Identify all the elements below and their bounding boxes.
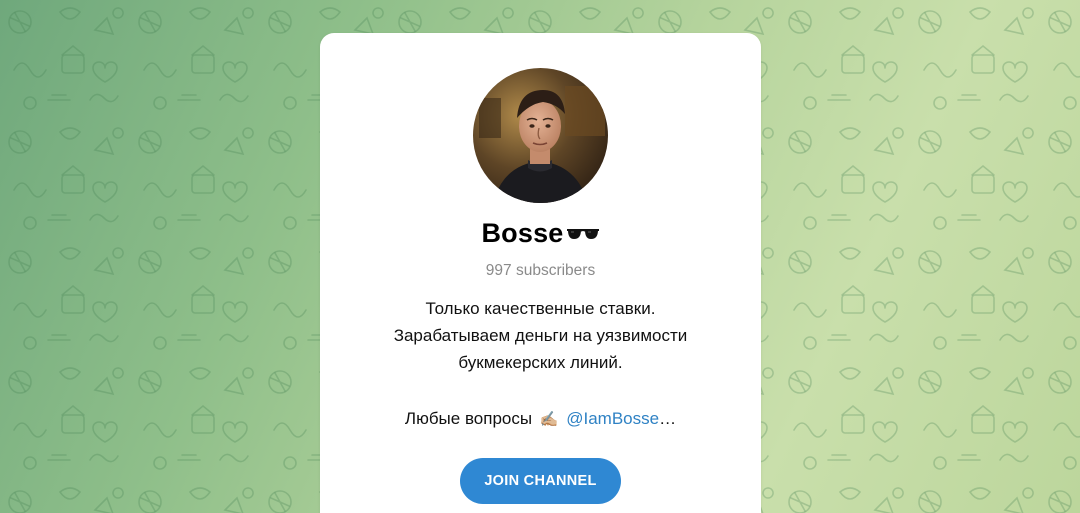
- channel-title: Bosse: [320, 218, 761, 250]
- description-line: Только качественные ставки.: [425, 299, 656, 318]
- description-line: Зарабатываем деньги на уязвимости: [393, 326, 688, 345]
- channel-description: Только качественные ставки. Зарабатываем…: [340, 295, 741, 433]
- description-spacer: [340, 376, 741, 405]
- questions-prefix: Любые вопросы: [404, 409, 533, 428]
- channel-name: Bosse: [481, 218, 564, 248]
- writing-hand-icon: ✍🏼: [539, 411, 559, 428]
- join-channel-button[interactable]: JOIN CHANNEL: [460, 458, 621, 504]
- description-line: букмекерских линий.: [458, 353, 623, 372]
- channel-avatar: [473, 68, 608, 203]
- mention-ellipsis: …: [659, 409, 677, 428]
- sunglasses-icon: [566, 219, 600, 250]
- mention-link[interactable]: @IamBosse: [566, 409, 659, 428]
- subscriber-count: 997 subscribers: [485, 262, 596, 279]
- channel-card: Bosse 997 subscribers Только качественны…: [320, 33, 761, 513]
- questions-line: Любые вопросы ✍🏼 @IamBosse…: [340, 405, 741, 433]
